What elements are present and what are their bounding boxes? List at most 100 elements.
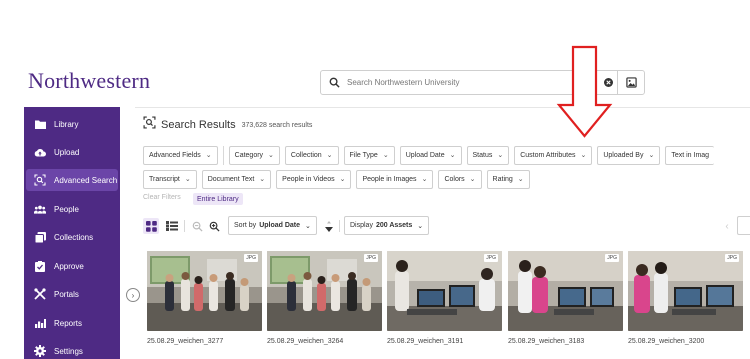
asset-filename[interactable]: 25.08.29_weichen_3264 [267, 338, 343, 345]
page-number-input[interactable] [737, 216, 750, 235]
result-count: 373,628 search results [241, 121, 313, 129]
filter-text-in-images[interactable]: Text in Imag [665, 145, 715, 165]
zoom-in-button[interactable] [206, 218, 222, 234]
chevron-down-icon: ⌄ [580, 152, 587, 159]
chevron-down-icon: ⌄ [449, 152, 456, 159]
results-toolbar: Sort by Upload Date ⌄ Display 200 Assets ⌄ ‹ [143, 216, 750, 236]
filter-status[interactable]: Status ⌄ [466, 145, 510, 165]
advanced-search-icon [143, 116, 156, 134]
file-type-badge: JPG [244, 254, 258, 262]
sidebar-item-label: Portals [54, 289, 79, 299]
chevron-down-icon: ⌄ [305, 222, 311, 230]
chevron-down-icon: ⌄ [326, 152, 333, 159]
asset-photo [147, 251, 262, 331]
reports-icon [34, 317, 46, 329]
sidebar-item-library[interactable]: Library [26, 113, 118, 135]
list-view-icon [166, 221, 178, 231]
filter-collection[interactable]: Collection ⌄ [284, 145, 339, 165]
filter-row-primary: Advanced Fields ⌄ Category ⌄ Collection ⌄ F… [143, 145, 719, 165]
annotation-arrow-icon [556, 45, 613, 138]
sidebar-item-collections[interactable]: Collections [26, 226, 118, 248]
asset-thumbnail[interactable]: JPG [147, 251, 262, 331]
list-view-button[interactable] [164, 218, 180, 234]
asset-photo [267, 251, 382, 331]
filter-category[interactable]: Category ⌄ [228, 145, 280, 165]
people-icon [34, 203, 46, 215]
portals-icon [34, 288, 46, 300]
filter-people-in-videos[interactable]: People in Videos ⌄ [276, 169, 352, 189]
filter-advanced-fields[interactable]: Advanced Fields ⌄ [143, 145, 218, 165]
sidebar-item-people[interactable]: People [26, 198, 118, 220]
asset-filename[interactable]: 25.08.29_weichen_3191 [387, 338, 463, 345]
filter-transcript[interactable]: Transcript ⌄ [143, 169, 197, 189]
asset-thumbnail[interactable]: JPG [628, 251, 743, 331]
file-type-badge: JPG [725, 254, 739, 262]
collapse-sidebar-button[interactable]: › [126, 288, 140, 302]
sidebar-item-portals[interactable]: Portals [26, 283, 118, 305]
divider [184, 220, 185, 232]
grid-view-button[interactable] [143, 218, 159, 234]
filter-people-in-images[interactable]: People in Images ⌄ [356, 169, 434, 189]
northwestern-logo[interactable]: Northwestern [28, 68, 150, 94]
filter-uploaded-by[interactable]: Uploaded By ⌄ [597, 145, 661, 165]
filter-document-text[interactable]: Document Text ⌄ [201, 169, 272, 189]
sidebar-item-label: People [54, 204, 79, 214]
asset-filename[interactable]: 25.08.29_weichen_3200 [628, 338, 704, 345]
content-top-border [135, 107, 750, 108]
sort-descending-icon [325, 220, 333, 232]
approve-icon [34, 260, 46, 272]
clear-filters-link[interactable]: Clear Filters [143, 194, 181, 201]
zoom-out-button[interactable] [189, 218, 205, 234]
filter-custom-attributes[interactable]: Custom Attributes ⌄ [514, 145, 593, 165]
sidebar-item-label: Settings [54, 346, 83, 356]
filter-upload-date[interactable]: Upload Date ⌄ [399, 145, 462, 165]
image-search-button[interactable] [617, 71, 644, 94]
sidebar-item-label: Approve [54, 261, 84, 271]
chevron-down-icon: ⌄ [421, 176, 428, 183]
asset-thumbnail[interactable]: JPG [267, 251, 382, 331]
asset-photo [387, 251, 502, 331]
chevron-down-icon: ⌄ [517, 176, 524, 183]
advanced-search-icon [34, 174, 46, 186]
filter-rating[interactable]: Rating ⌄ [486, 169, 530, 189]
chevron-down-icon: ⌄ [205, 152, 212, 159]
filter-file-type[interactable]: File Type ⌄ [343, 145, 395, 165]
filter-chip-entire-library[interactable]: Entire Library [193, 193, 243, 205]
file-type-badge: JPG [605, 254, 619, 262]
filter-colors[interactable]: Colors ⌄ [438, 169, 482, 189]
asset-photo [508, 251, 623, 331]
page-title: Search Results [161, 119, 236, 131]
asset-filename[interactable]: 25.08.29_weichen_3277 [147, 338, 223, 345]
sidebar-item-upload[interactable]: Upload [26, 141, 118, 163]
cloud-upload-icon [34, 146, 46, 158]
results-header: Search Results 373,628 search results [143, 116, 312, 134]
zoom-in-icon [209, 221, 220, 232]
sidebar-item-approve[interactable]: Approve [26, 255, 118, 277]
sidebar-item-label: Collections [54, 232, 94, 242]
grid-view-icon [145, 220, 157, 232]
sidebar-item-label: Reports [54, 318, 83, 328]
file-type-badge: JPG [484, 254, 498, 262]
asset-thumbnail[interactable]: JPG [508, 251, 623, 331]
chevron-left-icon: ‹ [725, 220, 729, 232]
divider [222, 145, 224, 165]
sidebar-item-settings[interactable]: Settings [26, 340, 118, 359]
chevron-down-icon: ⌄ [417, 222, 424, 230]
sidebar-item-label: Advanced Search [54, 175, 118, 185]
sidebar-item-advanced-search[interactable]: Advanced Search [26, 169, 118, 191]
sort-dropdown[interactable]: Sort by Upload Date ⌄ [228, 216, 317, 235]
folder-icon [34, 118, 46, 130]
sort-direction-toggle[interactable] [323, 219, 335, 233]
divider [339, 220, 340, 232]
display-count-dropdown[interactable]: Display 200 Assets ⌄ [344, 216, 430, 235]
settings-icon [34, 345, 46, 357]
chevron-down-icon: ⌄ [382, 152, 389, 159]
sidebar: Library Upload Advanced Search People Co… [24, 107, 120, 359]
previous-page-button[interactable]: ‹ [721, 219, 733, 233]
filter-row-secondary: Transcript ⌄ Document Text ⌄ People in Vid… [143, 169, 535, 189]
asset-thumbnail[interactable]: JPG [387, 251, 502, 331]
collections-icon [34, 231, 46, 243]
chevron-right-icon: › [131, 290, 135, 300]
asset-filename[interactable]: 25.08.29_weichen_3183 [508, 338, 584, 345]
sidebar-item-reports[interactable]: Reports [26, 312, 118, 334]
